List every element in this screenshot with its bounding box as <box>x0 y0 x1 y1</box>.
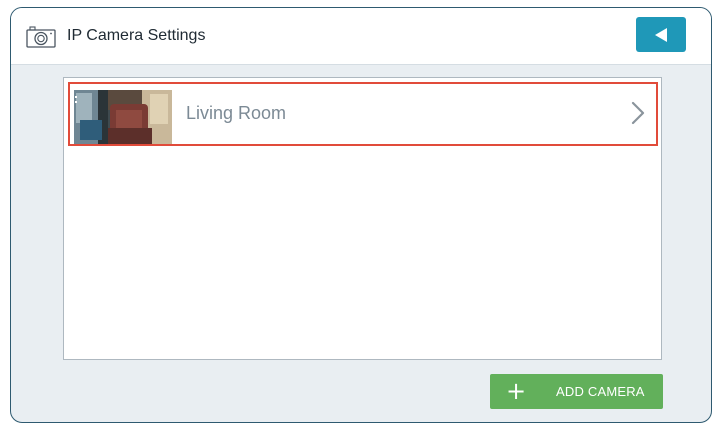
camera-name: Living Room <box>186 103 287 123</box>
settings-screen: IP Camera Settings Living Room + ADD CAM… <box>10 7 712 423</box>
page-title: IP Camera Settings <box>67 27 206 44</box>
living-room-camera-thumbnail <box>74 90 172 144</box>
add-camera-label: ADD CAMERA <box>556 384 645 399</box>
plus-icon: + <box>506 377 527 405</box>
camera-list: Living Room <box>63 77 662 360</box>
back-arrow-icon <box>655 28 667 42</box>
back-button[interactable] <box>636 17 686 52</box>
camera-list-item[interactable]: Living Room <box>68 82 658 146</box>
chevron-right-icon <box>630 100 646 126</box>
add-camera-button[interactable]: + ADD CAMERA <box>490 374 663 409</box>
header-bar: IP Camera Settings <box>11 8 711 65</box>
camera-icon <box>26 26 56 48</box>
